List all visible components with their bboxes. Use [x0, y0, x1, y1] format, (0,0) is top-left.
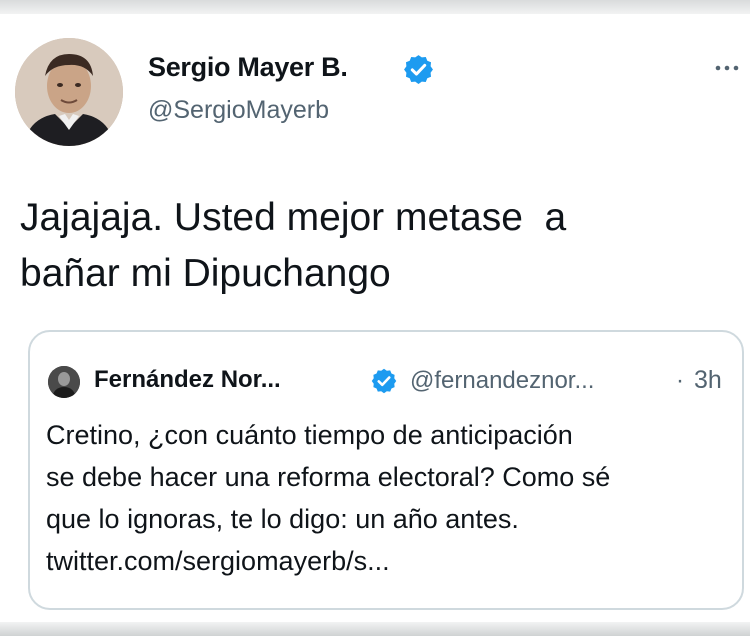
quoted-text-line: Cretino, ¿con cuánto tiempo de anticipac…	[46, 420, 573, 450]
verified-badge-icon	[371, 368, 397, 394]
author-name[interactable]: Sergio Mayer B.	[148, 52, 348, 83]
quoted-author-avatar[interactable]	[48, 366, 80, 398]
quoted-timestamp[interactable]: 3h	[694, 366, 722, 395]
quoted-tweet-card[interactable]: Fernández Nor... @fernandeznor... · 3h C…	[28, 330, 744, 610]
author-avatar[interactable]	[15, 38, 123, 146]
tweet-text: Jajajaja. Usted mejor metase a bañar mi …	[20, 196, 567, 295]
screenshot-bottom-edge	[0, 622, 750, 636]
author-handle[interactable]: @SergioMayerb	[148, 96, 329, 125]
quoted-author-handle[interactable]: @fernandeznor...	[410, 367, 594, 395]
dot-separator: ·	[676, 367, 684, 394]
quoted-text-line: que lo ignoras, te lo digo: un año antes…	[46, 504, 519, 534]
quoted-tweet-text: Cretino, ¿con cuánto tiempo de anticipac…	[46, 414, 736, 582]
quoted-author-name[interactable]: Fernández Nor...	[94, 366, 281, 394]
quoted-tweet-link[interactable]: twitter.com/sergiomayerb/s...	[46, 540, 736, 582]
verified-badge-icon	[404, 55, 433, 84]
tweet: Sergio Mayer B. @SergioMayerb Jajajaja. …	[0, 0, 750, 636]
ellipsis-icon[interactable]	[714, 64, 740, 72]
quoted-text-line: se debe hacer una reforma electoral? Com…	[46, 462, 611, 492]
